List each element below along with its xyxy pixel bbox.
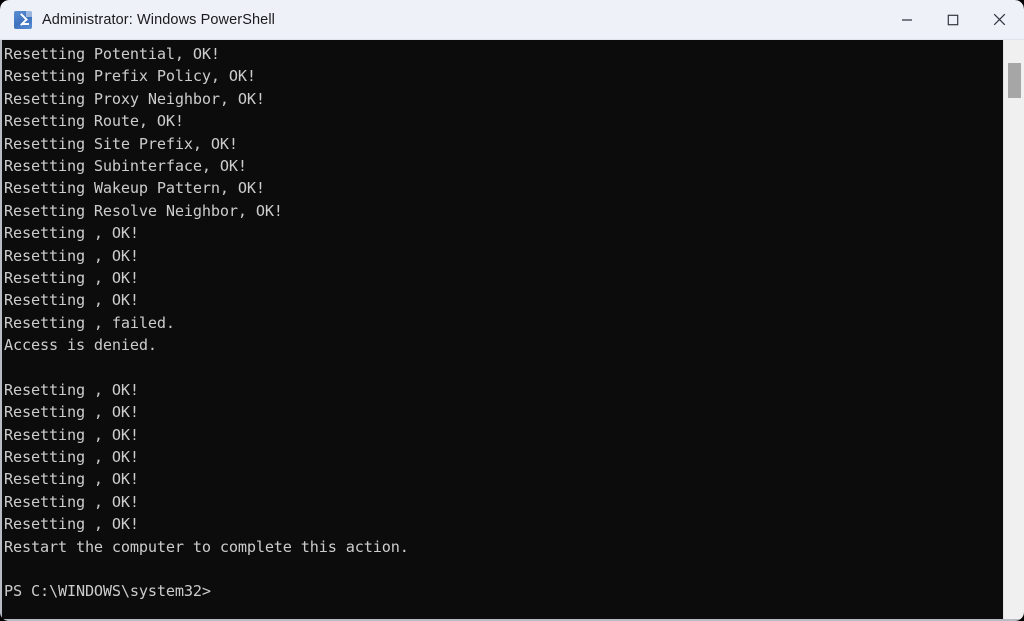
console-line: Resetting , OK! (4, 268, 139, 287)
minimize-button[interactable] (884, 0, 930, 39)
console-line: Resetting , OK! (4, 515, 139, 534)
console-line: PS C:\WINDOWS\system32> (4, 582, 211, 601)
console-output[interactable]: Resetting Potential, OK! Resetting Prefix… (2, 40, 1003, 619)
console-line: Resetting , OK! (4, 470, 139, 489)
console-line: Resetting , OK! (4, 224, 139, 243)
vertical-scrollbar[interactable] (1003, 40, 1024, 619)
console-line: Resetting , OK! (4, 380, 139, 399)
terminal-area[interactable]: Resetting Potential, OK! Resetting Prefix… (0, 40, 1024, 619)
console-line: Resetting Prefix Policy, OK! (4, 67, 256, 86)
window-title: Administrator: Windows PowerShell (42, 11, 275, 28)
console-line: Resetting Potential, OK! (4, 45, 220, 63)
console-line: Resetting , OK! (4, 425, 139, 444)
title-bar[interactable]: Administrator: Windows PowerShell (0, 0, 1024, 40)
console-line: Access is denied. (4, 336, 157, 355)
console-line: Resetting , OK! (4, 448, 139, 467)
maximize-button[interactable] (930, 0, 976, 39)
console-line: Restart the computer to complete this ac… (4, 537, 409, 556)
powershell-window: Administrator: Windows PowerShell Resett… (0, 0, 1024, 621)
console-line: Resetting , OK! (4, 403, 139, 422)
console-line: Resetting Site Prefix, OK! (4, 134, 238, 153)
powershell-icon-glint (26, 10, 32, 17)
close-icon (993, 13, 1005, 26)
console-line: Resetting , OK! (4, 492, 139, 511)
powershell-icon (14, 10, 32, 29)
console-line: Resetting Subinterface, OK! (4, 156, 247, 175)
console-line: Resetting Route, OK! (4, 112, 184, 131)
console-line: Resetting Proxy Neighbor, OK! (4, 89, 265, 108)
console-line: Resetting Wakeup Pattern, OK! (4, 179, 265, 198)
console-line: Resetting , OK! (4, 291, 139, 310)
minimize-icon (902, 18, 912, 21)
close-button[interactable] (976, 0, 1022, 39)
console-line: Resetting , failed. (4, 313, 175, 332)
console-line: Resetting , OK! (4, 246, 139, 265)
scrollbar-thumb[interactable] (1008, 63, 1021, 98)
console-line: Resetting Resolve Neighbor, OK! (4, 201, 283, 220)
maximize-icon (947, 14, 959, 25)
powershell-icon-underscore (22, 22, 29, 25)
